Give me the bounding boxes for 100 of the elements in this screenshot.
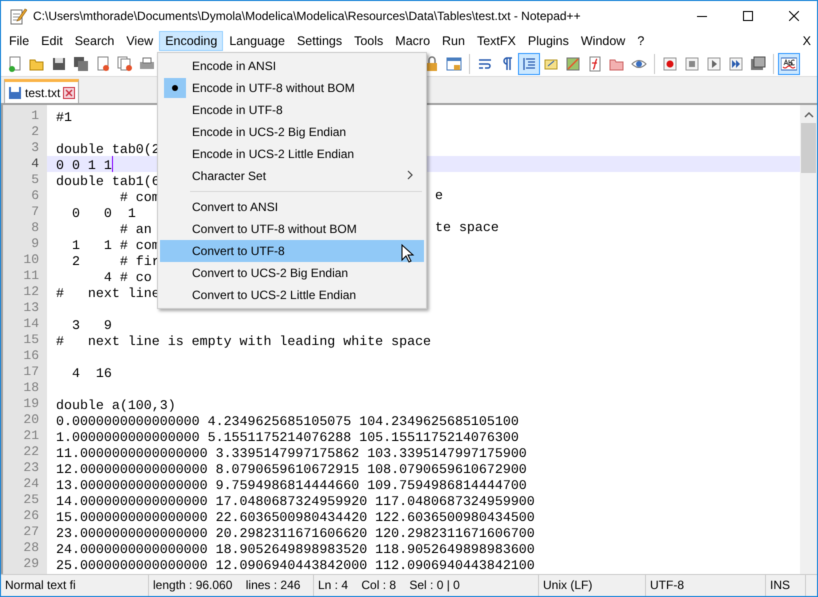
code-line: 4 16: [70, 366, 112, 382]
line-number: 16: [22, 348, 40, 364]
line-number: 4: [30, 156, 40, 172]
code-line: 1.0000000000000000 5.1551175214076288 105.1551175214076300: [56, 430, 519, 446]
code-line: double a(100,3): [56, 398, 176, 414]
line-number: 19: [22, 396, 40, 412]
menu-item[interactable]: Settings: [290, 31, 348, 51]
menu-item[interactable]: Run: [436, 31, 471, 51]
line-number: 1: [30, 108, 40, 124]
window-title: C:\Users\mthorade\Documents\Dymola\Modelica\Modelica\Resources\Data\Tables\test.txt - Notepad++: [32, 8, 582, 25]
line-number: 14: [22, 316, 40, 332]
maximize-icon: [743, 11, 753, 21]
code-line: # an: [118, 222, 152, 238]
close-document-button[interactable]: X: [802, 32, 811, 50]
status-field: UTF-8: [646, 575, 766, 596]
menu-item[interactable]: Search: [68, 31, 120, 51]
line-number: 15: [22, 332, 40, 348]
code-line: 23.0000000000000000 20.2982311671606620 120.2982311671606700: [56, 526, 535, 542]
code-line: 0 0 1: [70, 206, 136, 222]
code-line: 0.0000000000000000 4.2349625685105075 104.2349625685105100: [56, 414, 519, 430]
line-number: 28: [22, 540, 40, 556]
menu-item[interactable]: Language: [223, 31, 291, 51]
code-line: 15.0000000000000000 22.6036500980434420 122.6036500980434500: [56, 510, 535, 526]
line-number: 3: [30, 140, 40, 156]
menu-item[interactable]: Convert to ANSI: [160, 196, 424, 218]
code-line: e: [435, 188, 443, 204]
menu-item[interactable]: File: [3, 31, 36, 51]
line-number: 18: [22, 380, 40, 396]
menu-item[interactable]: ?: [631, 31, 650, 51]
menu-item[interactable]: Encode in UCS-2 Little Endian: [160, 143, 424, 165]
line-number: 23: [22, 460, 40, 476]
line-number: 22: [22, 444, 40, 460]
record-icon: [662, 56, 678, 72]
line-number: 5: [30, 172, 40, 188]
spell-check-icon: [781, 56, 797, 72]
code-line: 25.0000000000000000 12.0906940443842000 112.0906940443842100: [56, 558, 535, 574]
fast-forward-icon: [728, 56, 744, 72]
status-field: Unix (LF): [539, 575, 646, 596]
line-number: 20: [22, 412, 40, 428]
menu-item[interactable]: Window: [574, 31, 632, 51]
play-icon: [706, 56, 722, 72]
menu-item[interactable]: Convert to UTF-8: [160, 240, 424, 262]
status-field: Ln : 4 Col : 8 Sel : 0 | 0: [314, 575, 539, 596]
close-tab-icon[interactable]: [63, 86, 76, 98]
menu-item[interactable]: Encode in UTF-8 without BOM: [160, 77, 424, 99]
code-line: 14.0000000000000000 17.0480687324959920 117.0480687324959900: [56, 494, 535, 510]
code-line: #1: [56, 110, 72, 126]
menu-item[interactable]: Character Set: [160, 165, 424, 187]
code-line: 4 # co: [102, 270, 152, 286]
menu-item[interactable]: Macro: [389, 31, 436, 51]
line-number: 6: [30, 188, 40, 204]
code-line: 13.0000000000000000 9.7594986814444660 109.7594986814444700: [56, 478, 527, 494]
save-icon: [8, 86, 22, 100]
line-number: 21: [22, 428, 40, 444]
menu-item[interactable]: Encode in UTF-8: [160, 99, 424, 121]
spell-check-button[interactable]: [778, 52, 800, 74]
line-number: 27: [22, 524, 40, 540]
close-all-icon: [117, 56, 133, 72]
menu-item[interactable]: TextFX: [470, 31, 522, 51]
notepad-icon: [9, 7, 27, 25]
status-field: INS: [766, 575, 806, 596]
document-tab[interactable]: test.txt: [4, 79, 80, 103]
code-line: 2 # fir: [70, 254, 160, 270]
scrollbar-thumb[interactable]: [801, 123, 816, 173]
line-number: 7: [30, 204, 40, 220]
menu-item[interactable]: Encode in UCS-2 Big Endian: [160, 121, 424, 143]
code-line: 3 9: [70, 318, 112, 334]
code-line: te space: [435, 220, 499, 236]
menu-item[interactable]: Tools: [348, 31, 390, 51]
menu-item[interactable]: Convert to UCS-2 Little Endian: [160, 284, 424, 306]
line-number: 17: [22, 364, 40, 380]
status-field: length : 96.060 lines : 246: [149, 575, 314, 596]
lock-icon: [424, 56, 440, 72]
code-line: 0 0 1 1: [56, 158, 112, 174]
code-line: 12.0000000000000000 8.0790659610672915 108.0790659610672900: [56, 462, 527, 478]
close-icon: [789, 11, 799, 21]
code-line: # next line is empty with leading white space: [56, 334, 432, 350]
function-icon: [587, 56, 603, 72]
menu-item[interactable]: Convert to UCS-2 Big Endian: [160, 262, 424, 284]
line-number: 13: [22, 300, 40, 316]
menu-item[interactable]: Encoding: [159, 31, 224, 51]
save-icon: [51, 56, 67, 72]
indent-guide-button[interactable]: [518, 52, 540, 74]
menu-item[interactable]: Edit: [35, 31, 69, 51]
line-number: 24: [22, 476, 40, 492]
line-number: 26: [22, 508, 40, 524]
menu-item[interactable]: View: [120, 31, 160, 51]
menu-item[interactable]: Encode in ANSI: [160, 55, 424, 77]
line-number: 10: [22, 252, 40, 268]
menu-item[interactable]: Convert to UTF-8 without BOM: [160, 218, 424, 240]
line-number: 25: [22, 492, 40, 508]
new-file-icon: [7, 56, 23, 72]
status-field: Normal text fi: [1, 575, 149, 596]
stop-icon: [684, 56, 700, 72]
tab-label: test.txt: [25, 84, 60, 102]
close-file-icon: [95, 56, 111, 72]
vertical-scrollbar[interactable]: [800, 105, 817, 574]
print-icon: [139, 56, 155, 72]
macro-save-icon: [750, 56, 766, 72]
menu-item[interactable]: Plugins: [522, 31, 575, 51]
